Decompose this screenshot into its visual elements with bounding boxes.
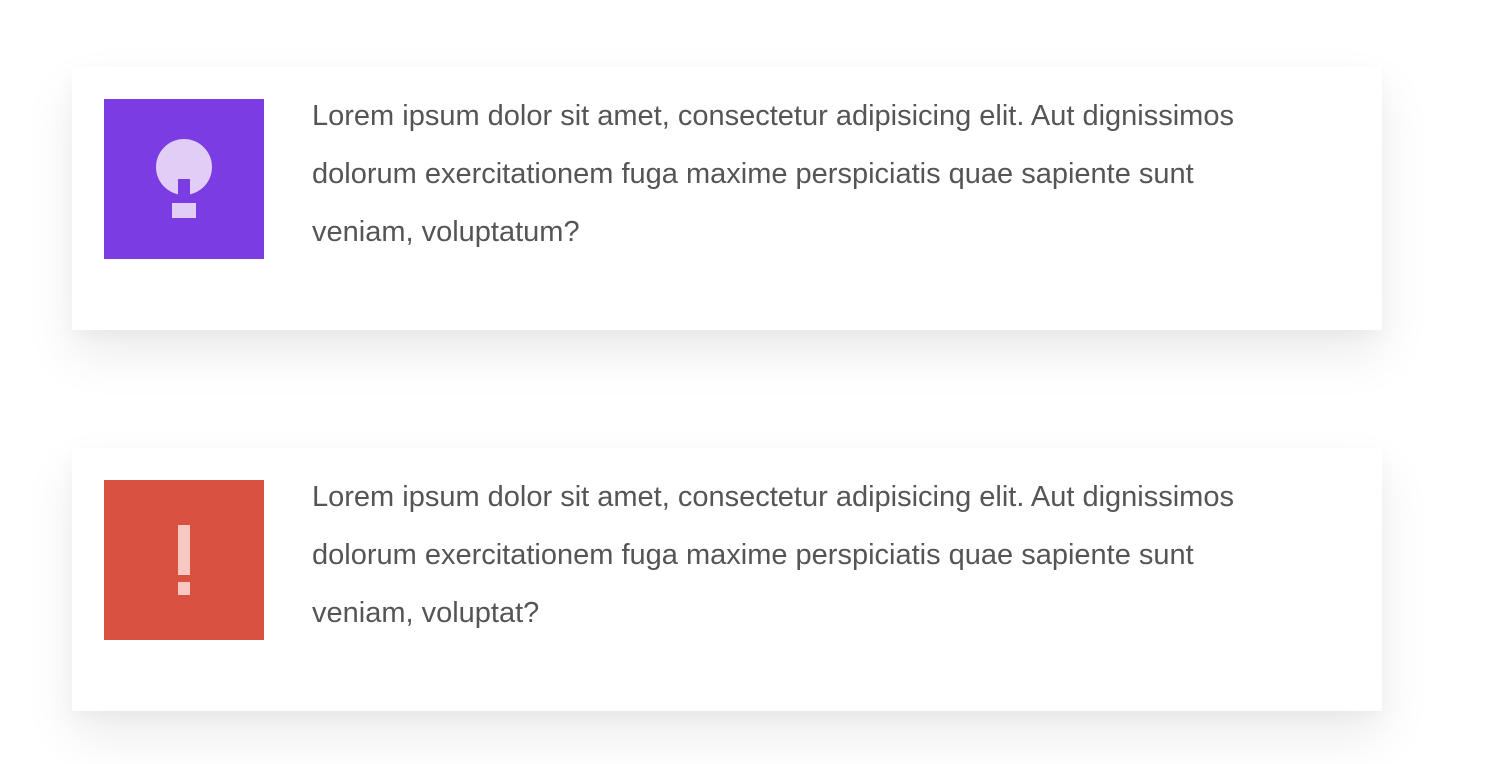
lightbulb-icon bbox=[156, 139, 212, 218]
tip-icon-box bbox=[104, 99, 264, 259]
page: Lorem ipsum dolor sit amet, consectetur … bbox=[0, 0, 1494, 764]
exclamation-icon bbox=[178, 525, 190, 595]
warning-icon-box bbox=[104, 480, 264, 640]
tip-text: Lorem ipsum dolor sit amet, consectetur … bbox=[312, 100, 1234, 248]
info-card-tip: Lorem ipsum dolor sit amet, consectetur … bbox=[72, 67, 1382, 330]
warning-text: Lorem ipsum dolor sit amet, consectetur … bbox=[312, 481, 1234, 629]
info-card-warning: Lorem ipsum dolor sit amet, consectetur … bbox=[72, 448, 1382, 711]
